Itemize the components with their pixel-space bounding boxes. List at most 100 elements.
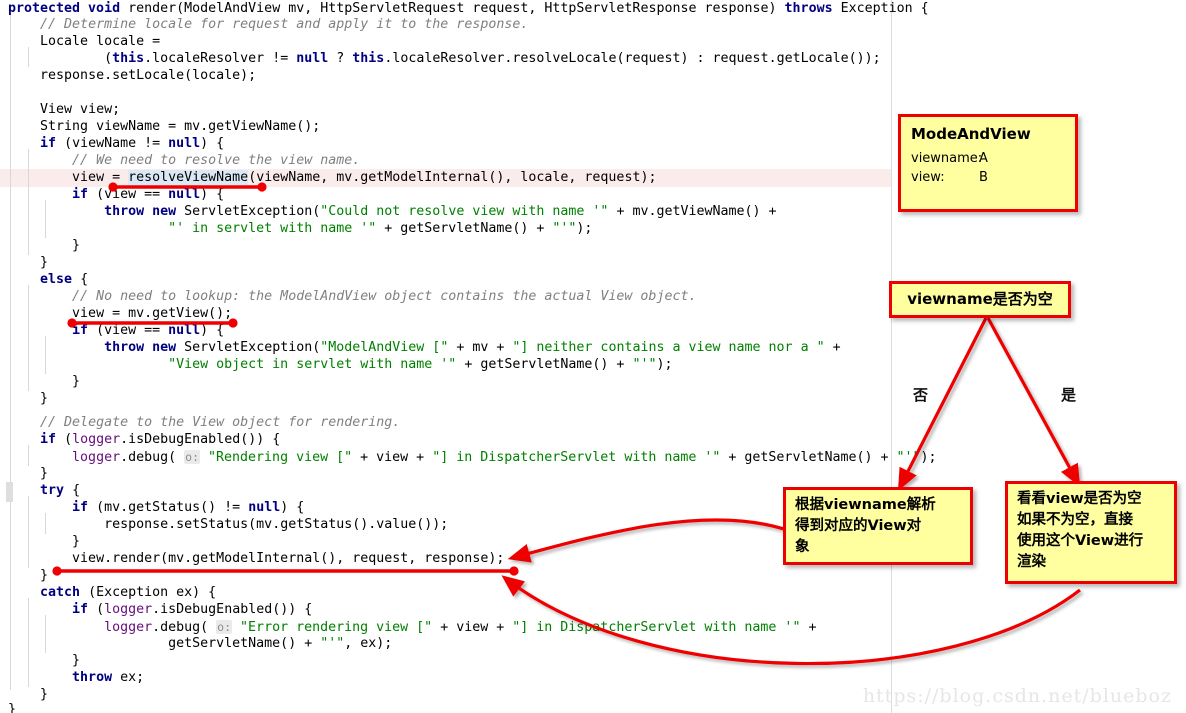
code-token: this [352, 51, 385, 66]
code-token: view = [72, 170, 129, 185]
code-token: } [40, 255, 49, 270]
code-token: ex; [120, 670, 145, 685]
branch-label-no: 否 [913, 386, 929, 404]
note-row-value: A [979, 151, 988, 166]
code-token: try [40, 483, 73, 498]
code-token: + getServletName() + [376, 221, 553, 236]
code-line: if (logger.isDebugEnabled()) { [8, 431, 280, 449]
code-token: this [112, 51, 145, 66]
code-token: null [168, 187, 201, 202]
code-token: ); [656, 357, 673, 372]
code-token: .localeResolver != [144, 51, 297, 66]
code-token: ) { [200, 323, 225, 338]
code-token: } [40, 687, 49, 702]
code-line: } [8, 701, 16, 713]
code-token: String viewName = mv.getViewName(); [40, 119, 321, 134]
code-token: + mv + [448, 340, 513, 355]
note-text: 看看view是否为空 如果不为空，直接 使用这个View进行 渲染 [1017, 491, 1144, 570]
code-line: } [8, 465, 48, 483]
code-token: Locale locale = [40, 34, 161, 49]
code-token: if [40, 432, 65, 447]
code-token: ); [920, 450, 937, 465]
note-use-existing-view[interactable]: 看看view是否为空 如果不为空，直接 使用这个View进行 渲染 [1005, 481, 1177, 584]
code-token: } [40, 391, 49, 406]
code-line: // We need to resolve the view name. [8, 152, 360, 170]
code-token: + mv.getViewName() + [608, 204, 777, 219]
right-margin-guide [891, 0, 892, 713]
code-editor[interactable]: protected void render(ModelAndView mv, H… [0, 0, 1186, 713]
note-resolve-view-by-name[interactable]: 根据viewname解析 得到对应的View对 象 [783, 487, 973, 565]
code-line: Locale locale = [8, 33, 160, 51]
code-token: catch [40, 585, 89, 600]
code-token: + [824, 340, 841, 355]
code-token: } [8, 702, 17, 713]
code-token: .localeResolver.resolveLocale(request) :… [384, 51, 881, 66]
code-token: o: [216, 620, 233, 634]
code-token: logger [104, 620, 153, 635]
code-token: // Delegate to the View object for rende… [40, 415, 401, 430]
code-token: getServletName() + [168, 636, 321, 651]
code-token: (viewName != [64, 136, 169, 151]
screenshot-root: protected void render(ModelAndView mv, H… [0, 0, 1186, 713]
code-token: if [40, 136, 65, 151]
note-row: view: B [911, 168, 1065, 187]
code-token: response.setStatus(mv.getStatus().value(… [104, 517, 449, 532]
code-token: ( [8, 51, 113, 66]
code-token: logger [72, 432, 121, 447]
code-token: "ModelAndView [" [320, 340, 449, 355]
note-viewname-is-null[interactable]: viewname是否为空 [889, 281, 1071, 318]
code-token: "'" [320, 636, 345, 651]
code-line: String viewName = mv.getViewName(); [8, 118, 320, 136]
code-token: } [72, 534, 81, 549]
code-line: try { [8, 482, 80, 500]
code-line: response.setLocale(locale); [8, 67, 256, 85]
code-line: if (view == null) { [8, 322, 224, 340]
code-token: if [72, 500, 97, 515]
code-line: if (view == null) { [8, 186, 224, 204]
code-token: null [168, 136, 201, 151]
code-token: null [248, 500, 281, 515]
code-line: } [8, 254, 48, 272]
code-line: logger.debug( o: "Error rendering view [… [8, 618, 816, 636]
code-token: throw new [104, 340, 185, 355]
code-line: // No need to lookup: the ModelAndView o… [8, 288, 696, 306]
code-token: .debug( [152, 620, 217, 635]
code-token: if [72, 602, 97, 617]
code-token: "Rendering view [" [208, 450, 353, 465]
code-line: } [8, 373, 80, 391]
code-line: else { [8, 271, 88, 289]
code-token: } [72, 653, 81, 668]
code-token: View view; [40, 102, 121, 117]
code-token: // Determine locale for request and appl… [40, 17, 529, 32]
code-token: throw [72, 670, 121, 685]
code-token: "Error rendering view [" [240, 620, 433, 635]
code-token: "View object in servlet with name '" [168, 357, 457, 372]
code-line: "View object in servlet with name '" + g… [8, 356, 672, 374]
code-token: ) { [200, 187, 225, 202]
code-token: render(ModelAndView mv, HttpServletReque… [128, 1, 785, 16]
code-token: + view + [432, 620, 513, 635]
note-model-and-view[interactable]: ModeAndView viewname: A view: B [898, 114, 1078, 212]
